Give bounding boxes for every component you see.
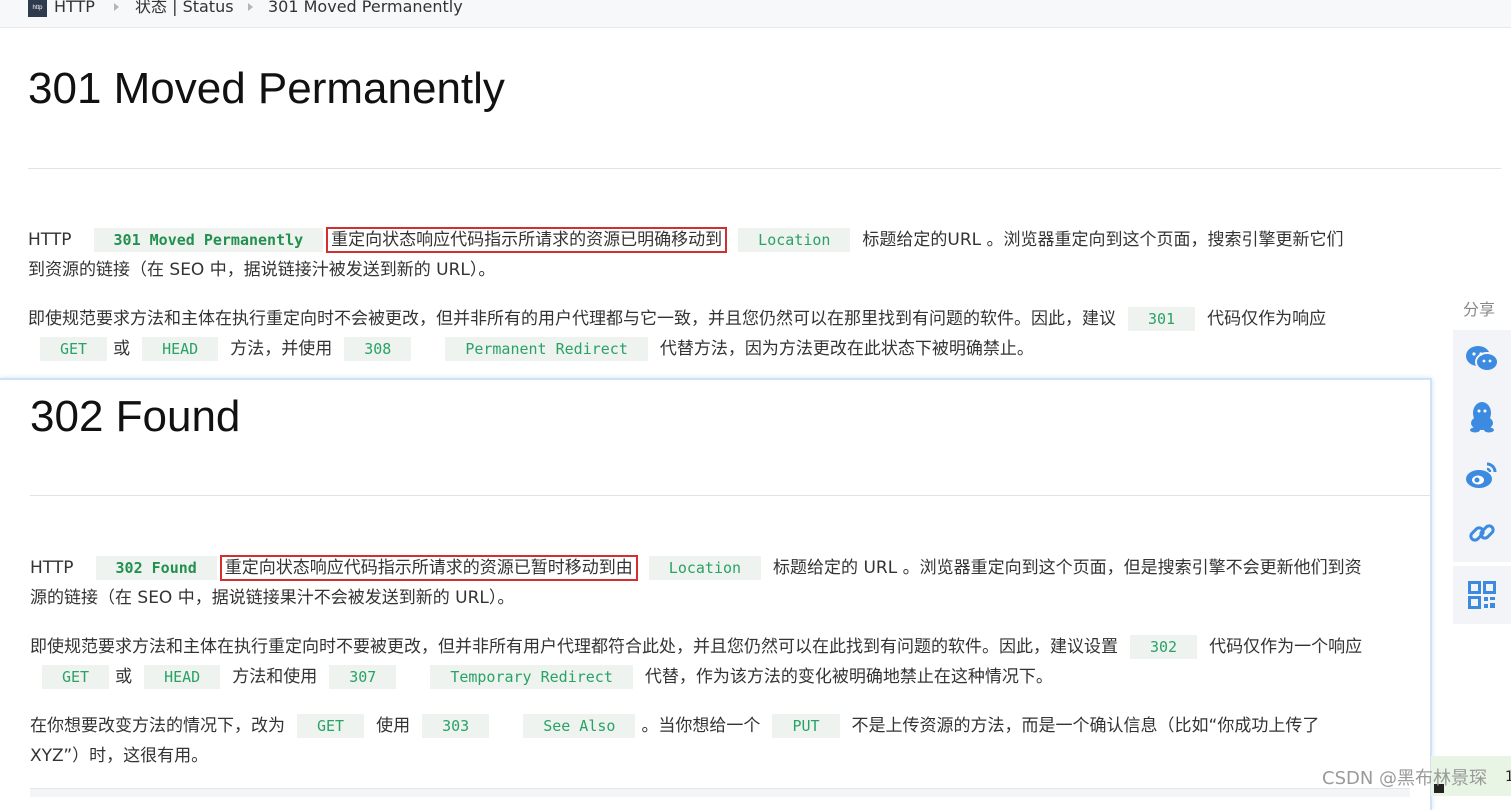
paragraph-301-line2: 到资源的链接（在 SEO 中，据说链接汁被发送到新的 URL）。 bbox=[28, 260, 496, 280]
watermark: CSDN @黑布林景琛 bbox=[1322, 768, 1488, 789]
qq-icon bbox=[1470, 402, 1494, 433]
highlighted-text: 重定向状态响应代码指示所请求的资源已明确移动到 bbox=[326, 227, 728, 253]
text: 使用 bbox=[376, 716, 411, 736]
inline-code: PUT bbox=[772, 714, 840, 738]
link-icon bbox=[1469, 524, 1495, 542]
inline-code: Permanent Redirect bbox=[445, 337, 648, 361]
qq-share-button[interactable] bbox=[1453, 388, 1511, 446]
text: 代码仅作为一个响应 bbox=[1209, 637, 1363, 657]
inline-code: GET bbox=[297, 714, 365, 738]
inline-code: See Also bbox=[523, 714, 636, 738]
qrcode-icon bbox=[1468, 581, 1496, 609]
share-label: 分享 bbox=[1463, 300, 1496, 319]
inline-code: HEAD bbox=[142, 337, 219, 361]
section-302-panel: 302 Found HTTP 302 Found 重定向状态响应代码指示所请求的资源… bbox=[0, 378, 1432, 810]
paragraph-302-line2: 源的链接（在 SEO 中，据说链接果汁不会被发送到新的 URL）。 bbox=[30, 588, 515, 608]
wechat-icon bbox=[1466, 346, 1499, 372]
highlighted-text: 重定向状态响应代码指示所请求的资源已暂时移动到由 bbox=[219, 555, 638, 581]
inline-code: 302 bbox=[1130, 635, 1198, 659]
text: 即使规范要求方法和主体在执行重定向时不会被更改，但并非所有的用户代理都与它一致，… bbox=[28, 309, 1116, 329]
http-logo-icon: http bbox=[28, 0, 47, 17]
inline-code: 301 Moved Permanently bbox=[93, 228, 324, 252]
paragraph-302b-line1: 即使规范要求方法和主体在执行重定向时不要被更改，但并非所有用户代理都符合此处，并… bbox=[30, 635, 1362, 659]
page-title: 301 Moved Permanently bbox=[28, 64, 505, 113]
inline-code: GET bbox=[42, 665, 110, 689]
inline-code: 302 Found bbox=[95, 556, 217, 580]
qrcode-button[interactable] bbox=[1453, 566, 1511, 624]
text: 代替，作为该方法的变化被明确地禁止在这种情况下。 bbox=[644, 667, 1053, 687]
text: 方法和使用 bbox=[232, 667, 318, 687]
weibo-share-button[interactable] bbox=[1453, 446, 1511, 504]
paragraph-302-line1: HTTP 302 Found 重定向状态响应代码指示所请求的资源已暂时移动到由 Loc… bbox=[30, 555, 1362, 581]
paragraph-302b-line2: GET 或 HEAD 方法和使用 307 Temporary Redirect 代替，作为该… bbox=[36, 665, 1053, 689]
text: 方法，并使用 bbox=[230, 339, 333, 359]
text: 不是上传资源的方法，而是一个确认信息（比如“你成功上传了 bbox=[851, 716, 1320, 736]
text: HTTP bbox=[28, 230, 72, 250]
breadcrumb-item-status[interactable]: 状态 | Status bbox=[135, 0, 234, 17]
inline-code: GET bbox=[40, 337, 108, 361]
chevron-right-icon bbox=[114, 3, 119, 11]
divider bbox=[30, 495, 1430, 496]
text: 即使规范要求方法和主体在执行重定向时不要被更改，但并非所有用户代理都符合此处，并… bbox=[30, 637, 1118, 657]
inline-code: Location bbox=[648, 556, 762, 580]
text: 代替方法，因为方法更改在此状态下被明确禁止。 bbox=[659, 339, 1034, 359]
breadcrumb-item-current: 301 Moved Permanently bbox=[268, 0, 463, 16]
copy-link-button[interactable] bbox=[1453, 504, 1511, 562]
inline-code: HEAD bbox=[144, 665, 221, 689]
chevron-right-icon bbox=[248, 3, 253, 11]
inline-code: Temporary Redirect bbox=[430, 665, 633, 689]
text: 代码仅作为响应 bbox=[1207, 309, 1327, 329]
text: 在你想要改变方法的情况下，改为 bbox=[30, 716, 285, 736]
inline-code: Location bbox=[738, 228, 851, 252]
text: 标题给定的 URL 。浏览器重定向到这个页面，但是搜索引擎不会更新他们到资 bbox=[773, 558, 1362, 578]
corner-text: 1 bbox=[1505, 769, 1511, 785]
inline-code: 308 bbox=[344, 337, 412, 361]
text: 。当你想给一个 bbox=[641, 716, 761, 736]
breadcrumb-item-http[interactable]: HTTP bbox=[54, 0, 95, 17]
inline-code: 303 bbox=[422, 714, 490, 738]
paragraph-301-line1: HTTP 301 Moved Permanently 重定向状态响应代码指示所请求的… bbox=[28, 227, 1344, 253]
paragraph-301b-line2: GET 或 HEAD 方法，并使用 308 Permanent Redirect 代替方法，… bbox=[34, 337, 1034, 361]
divider bbox=[28, 168, 1501, 169]
inline-code: 301 bbox=[1128, 307, 1196, 331]
paragraph-302c-line2: XYZ”）时，这很有用。 bbox=[30, 746, 209, 766]
weibo-icon bbox=[1466, 462, 1497, 488]
section-title: 302 Found bbox=[30, 392, 241, 441]
text: 或 bbox=[115, 667, 133, 687]
text: 或 bbox=[113, 339, 131, 359]
text: HTTP bbox=[30, 558, 74, 578]
text: 标题给定的URL 。浏览器重定向到这个页面，搜索引擎更新它们 bbox=[862, 230, 1344, 250]
inline-code: 307 bbox=[329, 665, 397, 689]
paragraph-301b-line1: 即使规范要求方法和主体在执行重定向时不会被更改，但并非所有的用户代理都与它一致，… bbox=[28, 307, 1326, 331]
breadcrumb: http HTTP 状态 | Status 301 Moved Permanen… bbox=[0, 0, 1511, 28]
paragraph-302c-line1: 在你想要改变方法的情况下，改为 GET 使用 303 See Also 。当你想给一个 PU… bbox=[30, 714, 1319, 738]
wechat-share-button[interactable] bbox=[1453, 330, 1511, 388]
